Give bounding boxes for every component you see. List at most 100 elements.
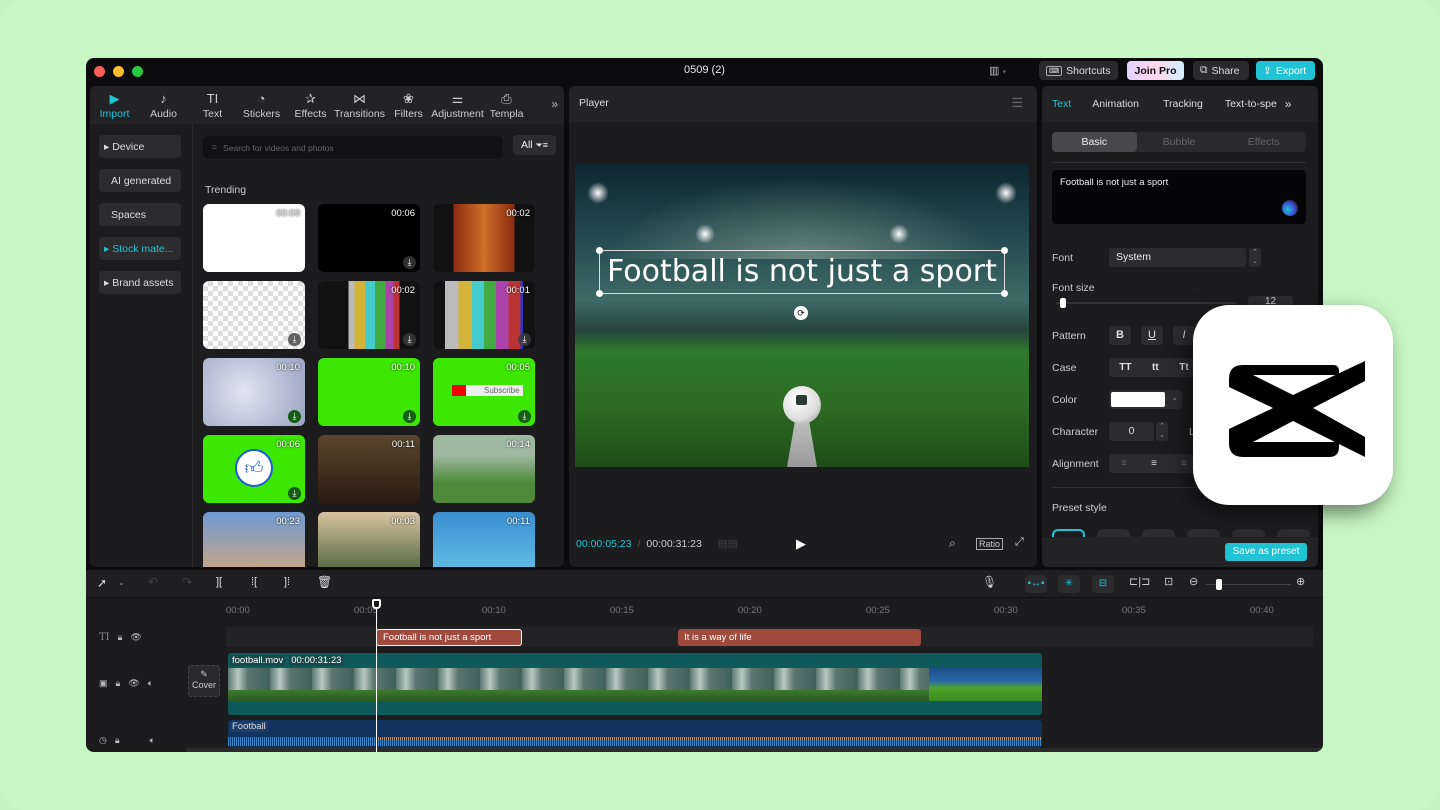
align-left-icon[interactable]: ≡ — [1121, 458, 1127, 469]
video-preview[interactable]: Football is not just a sport ⟳ — [575, 164, 1029, 467]
nav-device[interactable]: ▸ Device — [99, 135, 181, 158]
media-thumbnail[interactable]: 00:01 ⤓ — [433, 281, 535, 349]
media-thumbnail[interactable]: 00:02 — [433, 204, 535, 272]
ai-assistant-icon[interactable] — [1282, 200, 1298, 216]
magnet-link-icon[interactable]: ▪↔▪ — [1025, 575, 1047, 593]
volume-icon[interactable]: 🔈︎ — [150, 735, 155, 746]
media-thumbnail[interactable]: 00:10 ⤓ — [318, 358, 420, 426]
audio-clip[interactable]: Football — [228, 720, 1043, 748]
zoom-out-icon[interactable]: ⊖ — [1189, 575, 1198, 588]
ratio-button[interactable]: Ratio — [976, 538, 1004, 550]
microphone-icon[interactable]: 🎙 — [982, 575, 997, 589]
color-picker[interactable]: ⌄ — [1109, 390, 1182, 409]
more-tabs-icon[interactable]: » — [551, 97, 558, 111]
more-tabs-icon[interactable]: » — [1285, 97, 1292, 111]
nav-spaces[interactable]: Spaces — [99, 203, 181, 226]
filter-button[interactable]: All ⏷≡ — [513, 135, 556, 155]
media-thumbnail[interactable]: ⤓ — [203, 281, 305, 349]
fit-zoom-icon[interactable]: ⌕ — [949, 536, 956, 551]
media-tab-filters[interactable]: ❀ Filters — [384, 86, 433, 124]
menu-icon[interactable]: ☰ — [1011, 95, 1023, 111]
zoom-in-icon[interactable]: ⊕ — [1296, 575, 1305, 588]
subtab-bubble[interactable]: Bubble — [1137, 132, 1222, 152]
subtab-basic[interactable]: Basic — [1052, 132, 1137, 152]
nav-stock-material[interactable]: ▸ Stock mate... — [99, 237, 181, 260]
linkage-icon[interactable]: ⊟ — [1092, 575, 1114, 593]
media-thumbnail[interactable]: Subscribe 00:05 ⤓ — [433, 358, 535, 426]
download-icon[interactable]: ⤓ — [288, 410, 301, 423]
video-clip[interactable]: football.mov 00:00:31:23 — [228, 653, 1043, 715]
redo-icon[interactable]: ↷ — [182, 575, 192, 589]
media-tab-stickers[interactable]: ◔ Stickers — [237, 86, 286, 124]
chevron-down-icon[interactable]: ⌄ — [118, 578, 125, 587]
text-content-input[interactable]: Football is not just a sport — [1052, 170, 1306, 224]
align-center-icon[interactable]: ≡ — [1151, 458, 1157, 469]
rotate-handle-icon[interactable]: ⟳ — [794, 306, 808, 320]
font-select[interactable]: System — [1109, 248, 1246, 267]
share-button[interactable]: ⧉ Share — [1193, 61, 1249, 80]
media-tab-adjustment[interactable]: ⚌ Adjustment — [431, 86, 484, 124]
download-icon[interactable]: ⤓ — [288, 487, 301, 500]
volume-icon[interactable]: 🔈︎ — [148, 678, 153, 689]
media-thumbnail[interactable]: 00:06 ⤓ — [318, 204, 420, 272]
preview-axis-icon[interactable]: ⊏|⊐ — [1129, 575, 1150, 588]
italic-button[interactable]: I — [1173, 326, 1195, 345]
nav-brand-assets[interactable]: ▸ Brand assets — [99, 271, 181, 294]
download-icon[interactable]: ⤓ — [518, 333, 531, 346]
media-thumbnail[interactable]: 👍︎ 00:06 ⤓ — [203, 435, 305, 503]
media-tab-text[interactable]: TI Text — [188, 86, 237, 124]
media-tab-templa[interactable]: ⎙ Templa — [482, 86, 531, 124]
media-tab-import[interactable]: ▶ Import — [90, 86, 139, 124]
lock-icon[interactable]: 🔒︎ — [115, 735, 120, 746]
text-clip[interactable]: Football is not just a sport — [376, 629, 522, 646]
fullscreen-icon[interactable]: ⤢ — [1015, 536, 1024, 549]
text-selection-box[interactable]: Football is not just a sport — [596, 247, 1008, 297]
media-thumbnail[interactable]: 00:14 — [433, 435, 535, 503]
split-left-icon[interactable]: ⁞[ — [251, 576, 257, 588]
media-tab-transitions[interactable]: ⋈ Transitions — [334, 86, 385, 124]
media-thumbnail[interactable]: 00:11 — [318, 435, 420, 503]
join-pro-button[interactable]: Join Pro — [1127, 61, 1184, 80]
align-right-icon[interactable]: ≡ — [1181, 458, 1187, 469]
lock-icon[interactable]: 🔒︎ — [118, 632, 123, 643]
text-clip[interactable]: It is a way of life — [678, 629, 922, 646]
font-stepper-icon[interactable]: ⌃ ⌄ — [1249, 248, 1261, 267]
media-tab-audio[interactable]: ♪ Audio — [139, 86, 188, 124]
eye-icon[interactable]: 👁︎ — [128, 678, 139, 689]
timeline-ruler[interactable]: 00:00 00:05 00:10 00:15 00:20 00:25 00:30 00:35… — [226, 598, 1323, 624]
bold-button[interactable]: B — [1109, 326, 1131, 345]
font-size-slider[interactable] — [1056, 298, 1236, 308]
media-thumbnail[interactable]: 00:02 ⤓ — [318, 281, 420, 349]
save-as-preset-button[interactable]: Save as preset — [1225, 543, 1307, 561]
lowercase-button[interactable]: tt — [1152, 362, 1159, 373]
split-right-icon[interactable]: ]⁞ — [284, 576, 290, 588]
playhead[interactable] — [372, 599, 382, 752]
font-size-slider-handle[interactable] — [1059, 298, 1066, 308]
auto-snap-icon[interactable]: ✳ — [1058, 575, 1080, 593]
titlecase-button[interactable]: Tt — [1179, 362, 1188, 373]
cover-button[interactable]: ✎ Cover — [188, 665, 220, 697]
search-input[interactable]: ○ Search for videos and photos — [203, 136, 503, 159]
download-icon[interactable]: ⤓ — [288, 333, 301, 346]
media-thumbnail[interactable]: 00:11 — [433, 512, 535, 567]
lock-icon[interactable]: 🔒︎ — [116, 678, 121, 689]
delete-icon[interactable]: 🗑 — [317, 575, 332, 589]
underline-button[interactable]: U — [1141, 326, 1163, 345]
play-button[interactable]: ▶ — [796, 536, 806, 552]
nav-ai-generated[interactable]: AI generated — [99, 169, 181, 192]
undo-icon[interactable]: ↶ — [148, 575, 158, 589]
tab-text-to-speech[interactable]: Text-to-spe — [1225, 98, 1277, 110]
tab-tracking[interactable]: Tracking — [1163, 98, 1203, 110]
download-icon[interactable]: ⤓ — [518, 410, 531, 423]
select-tool-icon[interactable]: ➚ — [97, 576, 107, 590]
character-input[interactable]: 0 — [1109, 422, 1154, 441]
eye-icon[interactable]: 👁︎ — [130, 632, 141, 643]
media-thumbnail[interactable]: 00:10 ⤓ — [203, 358, 305, 426]
uppercase-button[interactable]: TT — [1119, 362, 1131, 373]
shortcuts-button[interactable]: ⌨ Shortcuts — [1039, 61, 1118, 80]
media-thumbnail[interactable]: 00:23 — [203, 512, 305, 567]
split-icon[interactable]: ][ — [216, 576, 222, 588]
layout-icon[interactable]: ▥ ▾ — [989, 64, 1006, 77]
character-stepper-icon[interactable]: ⌃ ⌄ — [1156, 422, 1168, 441]
timeline-scrollbar[interactable] — [186, 748, 1323, 752]
